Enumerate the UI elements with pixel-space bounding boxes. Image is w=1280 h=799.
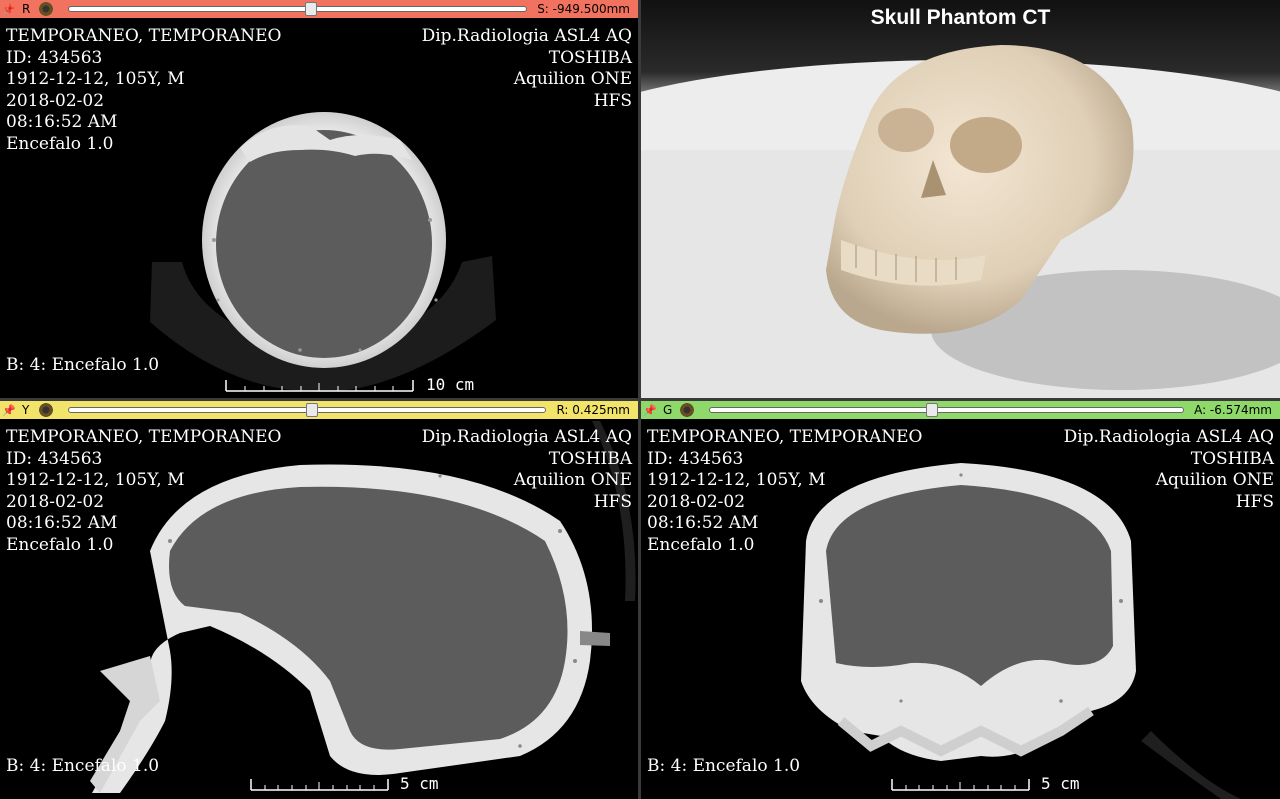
study-date: 2018-02-02 [647,491,746,512]
study-time: 08:16:52 AM [6,513,118,533]
scale-bar [225,378,415,392]
slider-thumb[interactable] [305,403,318,417]
study-time: 08:16:52 AM [647,513,759,533]
patient-dob: 1912-12-12, 105Y, M [6,470,185,490]
patient-dob: 1912-12-12, 105Y, M [6,69,185,89]
pin-icon[interactable]: 📌 [2,3,16,16]
background-layer-label: B: 4: Encefalo 1.0 [6,755,160,776]
patient-info-top-left: TEMPORANEO, TEMPORANEO ID: 434563 1912-1… [647,427,922,556]
view-divider-vertical[interactable] [638,0,641,799]
3d-view-title: Skull Phantom CT [870,6,1051,29]
series-name: Encefalo 1.0 [6,133,114,154]
patient-info-top-left: TEMPORANEO, TEMPORANEO ID: 434563 1912-1… [6,427,281,556]
study-info-top-right: Dip.Radiologia ASL4 AQ TOSHIBA Aquilion … [422,427,632,513]
slice-slider[interactable] [68,403,547,417]
red-slice-view[interactable]: 📌 R S: -949.500mm TEMPORANEO, TEMPORANEO… [0,0,638,398]
scale-bar [250,777,390,791]
institution: Dip.Radiologia ASL4 AQ [1063,427,1274,447]
model: Aquilion ONE [513,470,632,490]
series-name: Encefalo 1.0 [647,534,755,555]
patient-id: ID: 434563 [6,448,103,469]
view-label: R [22,2,31,16]
scale-label: 10 cm [426,375,475,394]
gear-icon[interactable] [679,402,695,418]
patient-id: ID: 434563 [6,47,103,68]
background-layer-label: B: 4: Encefalo 1.0 [647,755,801,776]
yellow-slice-view[interactable]: 📌 Y R: 0.425mm TEMPORANEO, TEMPORANEO ID… [0,401,638,799]
study-info-top-right: Dip.Radiologia ASL4 AQ TOSHIBA Aquilion … [1064,427,1274,513]
institution: Dip.Radiologia ASL4 AQ [421,427,632,447]
patient-name: TEMPORANEO, TEMPORANEO [647,427,923,447]
model: Aquilion ONE [513,69,632,89]
slider-thumb[interactable] [926,403,939,417]
background-layer-label: B: 4: Encefalo 1.0 [6,354,160,375]
slider-thumb[interactable] [305,2,318,16]
skull-photo[interactable] [641,0,1280,398]
manufacturer: TOSHIBA [548,47,632,68]
series-name: Encefalo 1.0 [6,534,114,555]
patient-name: TEMPORANEO, TEMPORANEO [6,427,282,447]
scale-label: 5 cm [1041,774,1080,793]
patient-position: HFS [1235,491,1274,512]
patient-dob: 1912-12-12, 105Y, M [647,470,826,490]
scale-bar [891,777,1031,791]
slice-offset: R: 0.425mm [556,403,630,417]
patient-position: HFS [593,90,632,111]
study-date: 2018-02-02 [6,491,105,512]
scale-label: 5 cm [400,774,439,793]
study-info-top-right: Dip.Radiologia ASL4 AQ TOSHIBA Aquilion … [422,26,632,112]
model: Aquilion ONE [1155,470,1274,490]
view-label: Y [22,403,30,417]
3d-view[interactable]: Skull Phantom CT [641,0,1280,398]
view-label: G [663,403,673,417]
green-slice-controller[interactable]: 📌 G A: -6.574mm [641,401,1280,419]
slice-offset: A: -6.574mm [1194,403,1272,417]
pin-icon[interactable]: 📌 [643,404,657,417]
patient-name: TEMPORANEO, TEMPORANEO [6,26,282,46]
study-time: 08:16:52 AM [6,112,118,132]
slice-slider[interactable] [68,2,528,16]
manufacturer: TOSHIBA [1190,448,1274,469]
yellow-slice-controller[interactable]: 📌 Y R: 0.425mm [0,401,638,419]
slice-slider[interactable] [709,403,1185,417]
patient-position: HFS [593,491,632,512]
red-slice-controller[interactable]: 📌 R S: -949.500mm [0,0,638,18]
study-date: 2018-02-02 [6,90,105,111]
gear-icon[interactable] [38,1,54,17]
gear-icon[interactable] [38,402,54,418]
green-slice-view[interactable]: 📌 G A: -6.574mm TEMPORANEO, TEMPORANEO I… [641,401,1280,799]
slice-offset: S: -949.500mm [537,2,630,16]
patient-id: ID: 434563 [647,448,744,469]
manufacturer: TOSHIBA [548,448,632,469]
patient-info-top-left: TEMPORANEO, TEMPORANEO ID: 434563 1912-1… [6,26,281,155]
institution: Dip.Radiologia ASL4 AQ [421,26,632,46]
pin-icon[interactable]: 📌 [2,404,16,417]
